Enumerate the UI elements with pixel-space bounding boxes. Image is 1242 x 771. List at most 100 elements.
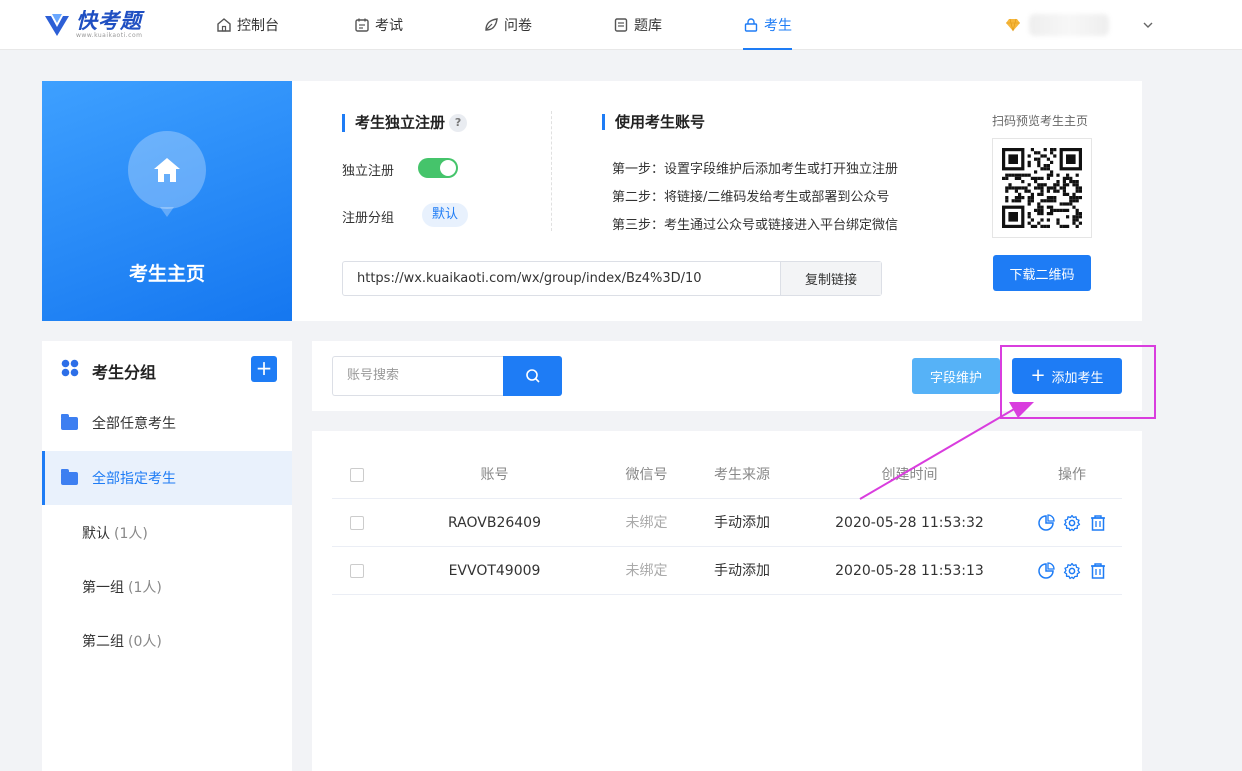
chart-icon[interactable] — [1037, 514, 1055, 532]
student-table-card: 账号 微信号 考生来源 创建时间 操作 RAOVB26409 未绑定 手动添加 … — [312, 431, 1142, 771]
select-all-checkbox[interactable] — [350, 468, 364, 482]
nav-survey[interactable]: 问卷 — [483, 0, 532, 50]
help-icon[interactable]: ? — [449, 114, 468, 132]
sidebar-item-all-any[interactable]: 全部任意考生 — [42, 396, 292, 450]
group-count: (1人) — [114, 526, 148, 542]
register-group-badge[interactable]: 默认 — [422, 203, 469, 227]
chevron-down-icon — [1143, 22, 1153, 28]
table-row: EVVOT49009 未绑定 手动添加 2020-05-28 11:53:13 — [332, 547, 1122, 595]
source-cell: 手动添加 — [714, 563, 770, 579]
group-label: 默认 — [82, 526, 110, 542]
gear-icon[interactable] — [1063, 562, 1081, 580]
register-url-text: https://wx.kuaikaoti.com/wx/group/index/… — [357, 271, 702, 286]
search-icon — [525, 369, 540, 383]
divider — [551, 111, 552, 231]
self-register-toggle[interactable] — [418, 158, 458, 178]
sidebar-group-second[interactable]: 第二组 (0人) — [42, 614, 292, 668]
sidebar-item-label: 全部任意考生 — [92, 416, 176, 432]
register-group-label: 注册分组 — [342, 211, 395, 226]
group-label: 第一组 — [82, 580, 124, 596]
calendar-icon — [355, 18, 369, 32]
column-header: 创建时间 — [881, 467, 938, 483]
trash-icon[interactable] — [1089, 562, 1107, 580]
sidebar-header: 考生分组 + — [42, 341, 292, 396]
home-icon — [217, 18, 231, 32]
search-button[interactable] — [503, 356, 562, 396]
nav-dashboard[interactable]: 控制台 — [216, 0, 279, 50]
account-cell: RAOVB26409 — [448, 515, 541, 531]
add-group-button[interactable]: + — [251, 356, 277, 382]
logo-subtitle: www.kuaikaoti.com — [76, 32, 143, 39]
table-header-row: 账号 微信号 考生来源 创建时间 操作 — [332, 451, 1122, 499]
book-icon — [614, 18, 628, 32]
column-header: 考生来源 — [714, 467, 770, 483]
chart-icon[interactable] — [1037, 562, 1055, 580]
created-cell: 2020-05-28 11:53:13 — [835, 563, 984, 579]
nav-exam[interactable]: 考试 — [354, 0, 403, 50]
avatar — [1029, 14, 1109, 36]
sidebar-item-all-assigned[interactable]: 全部指定考生 — [42, 451, 292, 505]
group-icon — [61, 359, 79, 377]
qr-code-image — [1002, 148, 1082, 228]
home-icon — [154, 158, 180, 182]
table-row: RAOVB26409 未绑定 手动添加 2020-05-28 11:53:32 — [332, 499, 1122, 547]
lock-icon — [744, 18, 758, 32]
sidebar-item-label: 全部指定考生 — [92, 471, 176, 487]
nav-label: 题库 — [634, 18, 662, 34]
leaf-icon — [485, 18, 498, 31]
sidebar-group-first[interactable]: 第一组 (1人) — [42, 560, 292, 614]
group-sidebar: 考生分组 + 全部任意考生 全部指定考生 默认 (1人) 第一组 (1人) 第二组(… — [42, 341, 292, 771]
qr-caption: 扫码预览考生主页 — [992, 114, 1089, 128]
logo[interactable]: 快考题 www.kuaikaoti.com — [42, 8, 142, 42]
column-header: 操作 — [1058, 467, 1086, 483]
nav-question-bank[interactable]: 题库 — [613, 0, 662, 50]
location-pin-icon — [128, 131, 206, 217]
sidebar-group-default[interactable]: 默认 (1人) — [42, 506, 292, 560]
row-checkbox[interactable] — [350, 516, 364, 530]
column-header: 账号 — [480, 467, 509, 483]
logo-icon — [45, 14, 69, 36]
gear-icon[interactable] — [1063, 514, 1081, 532]
step-1: 第一步：设置字段维护后添加考生或打开独立注册 — [612, 162, 899, 177]
qr-code — [992, 138, 1092, 238]
sidebar-title: 考生分组 — [92, 363, 157, 382]
source-cell: 手动添加 — [714, 515, 770, 531]
row-actions — [1022, 499, 1122, 547]
logo-name: 快考题 — [76, 9, 142, 33]
step-2: 第二步：将链接/二维码发给考生或部署到公众号 — [612, 190, 890, 205]
register-title-text: 考生独立注册 — [355, 113, 446, 132]
account-section-title: 使用考生账号 — [602, 114, 705, 130]
self-register-label: 独立注册 — [342, 164, 395, 179]
step-3: 第三步：考生通过公众号或链接进入平台绑定微信 — [612, 218, 899, 233]
field-maintenance-button[interactable]: 字段维护 — [912, 358, 1000, 394]
account-search-input[interactable]: 账号搜索 — [332, 356, 504, 396]
nav-label: 考试 — [375, 18, 403, 34]
user-menu[interactable] — [1005, 10, 1155, 40]
student-home-banner: 考生主页 — [42, 81, 292, 321]
folder-icon — [61, 413, 78, 430]
row-checkbox[interactable] — [350, 564, 364, 578]
copy-link-button[interactable]: 复制链接 — [780, 262, 881, 295]
created-cell: 2020-05-28 11:53:32 — [835, 515, 984, 531]
nav-label: 考生 — [764, 18, 792, 34]
account-cell: EVVOT49009 — [448, 563, 541, 579]
trash-icon[interactable] — [1089, 514, 1107, 532]
group-count: (1人) — [128, 580, 162, 596]
group-label: 第二组 — [82, 634, 124, 650]
register-section-title: 考生独立注册? — [342, 113, 468, 132]
download-qr-button[interactable]: 下载二维码 — [993, 255, 1091, 291]
student-table: 账号 微信号 考生来源 创建时间 操作 RAOVB26409 未绑定 手动添加 … — [332, 451, 1122, 595]
nav-students[interactable]: 考生 — [743, 0, 792, 50]
wechat-cell: 未绑定 — [625, 563, 668, 579]
highlight-box — [1000, 345, 1156, 419]
column-header: 微信号 — [625, 467, 668, 483]
row-actions — [1022, 547, 1122, 595]
diamond-icon — [1006, 18, 1020, 32]
registration-card: 考生独立注册? 独立注册 注册分组 默认 使用考生账号 第一步：设置字段维护后添… — [292, 81, 1142, 321]
wechat-cell: 未绑定 — [625, 515, 668, 531]
nav-label: 问卷 — [504, 18, 532, 34]
folder-icon — [61, 468, 78, 485]
page-title: 考生主页 — [128, 263, 205, 285]
top-navbar: 快考题 www.kuaikaoti.com 控制台 考试 问卷 题库 考生 — [0, 0, 1242, 50]
register-url-field[interactable]: https://wx.kuaikaoti.com/wx/group/index/… — [342, 261, 882, 296]
